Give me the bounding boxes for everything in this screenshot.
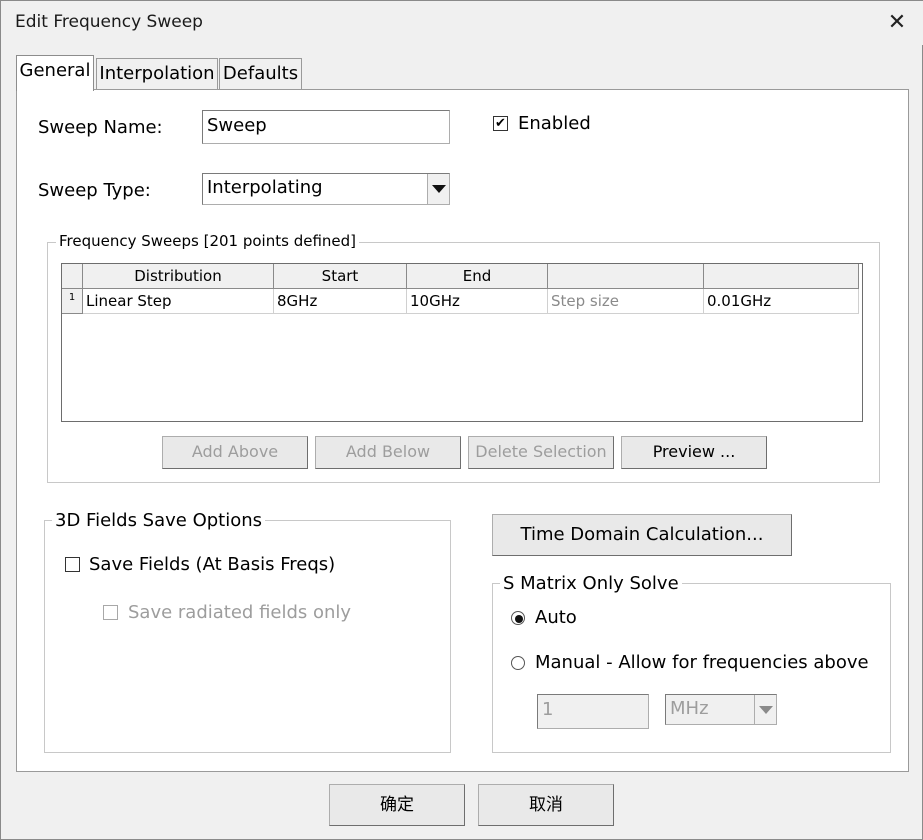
- close-icon[interactable]: ✕: [885, 11, 909, 35]
- add-below-button[interactable]: Add Below: [315, 436, 461, 469]
- sweep-type-dropdown[interactable]: Interpolating: [202, 173, 450, 205]
- cell-start[interactable]: 8GHz: [274, 289, 407, 314]
- table-corner: [62, 264, 83, 289]
- enabled-label: Enabled: [518, 113, 591, 134]
- add-above-button[interactable]: Add Above: [162, 436, 308, 469]
- column-header-end[interactable]: End: [407, 264, 548, 289]
- chevron-down-icon: [432, 185, 446, 193]
- time-domain-calculation-button[interactable]: Time Domain Calculation...: [492, 514, 792, 556]
- sweeps-table[interactable]: Distribution Start End 1 Linear Step 8GH…: [61, 263, 863, 422]
- save-fields-checkbox[interactable]: [65, 557, 80, 572]
- tab-interpolation[interactable]: Interpolation: [96, 58, 218, 91]
- sweep-type-label: Sweep Type:: [38, 180, 151, 201]
- row-index[interactable]: 1: [62, 289, 83, 314]
- sweep-name-field[interactable]: Sweep: [202, 110, 450, 144]
- manual-radio[interactable]: [511, 656, 525, 670]
- manual-label: Manual - Allow for frequencies above: [535, 652, 869, 673]
- window-title: Edit Frequency Sweep: [15, 12, 203, 32]
- tab-general[interactable]: General: [16, 55, 94, 91]
- fields-save-title: 3D Fields Save Options: [52, 510, 266, 531]
- cell-end[interactable]: 10GHz: [407, 289, 548, 314]
- general-tab-panel: Sweep Name: Sweep ✔ Enabled Sweep Type: …: [16, 89, 909, 772]
- manual-unit-value: MHz: [670, 698, 709, 719]
- column-header-distribution[interactable]: Distribution: [83, 264, 274, 289]
- auto-label: Auto: [535, 607, 577, 628]
- column-header-start[interactable]: Start: [274, 264, 407, 289]
- delete-selection-button[interactable]: Delete Selection: [468, 436, 614, 469]
- sweep-name-label: Sweep Name:: [38, 117, 163, 138]
- cell-step-size-value[interactable]: 0.01GHz: [704, 289, 859, 314]
- unit-dropdown-button[interactable]: [754, 695, 776, 724]
- cell-step-size-label: Step size: [548, 289, 704, 314]
- save-radiated-checkbox[interactable]: [103, 605, 118, 620]
- column-header-param[interactable]: [548, 264, 704, 289]
- sweep-type-value: Interpolating: [207, 177, 323, 198]
- frequency-sweeps-title: Frequency Sweeps [201 points defined]: [56, 232, 360, 250]
- auto-radio[interactable]: [511, 611, 525, 625]
- cell-distribution[interactable]: Linear Step: [83, 289, 274, 314]
- manual-unit-dropdown[interactable]: MHz: [665, 694, 777, 725]
- enabled-checkbox[interactable]: ✔: [493, 116, 508, 131]
- save-fields-label: Save Fields (At Basis Freqs): [89, 554, 336, 575]
- preview-button[interactable]: Preview ...: [621, 436, 767, 469]
- dropdown-button[interactable]: [427, 174, 449, 204]
- edit-frequency-sweep-dialog: Edit Frequency Sweep ✕ General Interpola…: [0, 0, 923, 840]
- tab-defaults[interactable]: Defaults: [219, 58, 302, 91]
- column-header-value[interactable]: [704, 264, 859, 289]
- save-radiated-label: Save radiated fields only: [128, 602, 352, 623]
- ok-button[interactable]: 确定: [329, 784, 465, 826]
- cancel-button[interactable]: 取消: [478, 784, 614, 826]
- chevron-down-icon: [759, 706, 773, 714]
- manual-frequency-field[interactable]: 1: [537, 694, 649, 729]
- s-matrix-title: S Matrix Only Solve: [500, 573, 682, 594]
